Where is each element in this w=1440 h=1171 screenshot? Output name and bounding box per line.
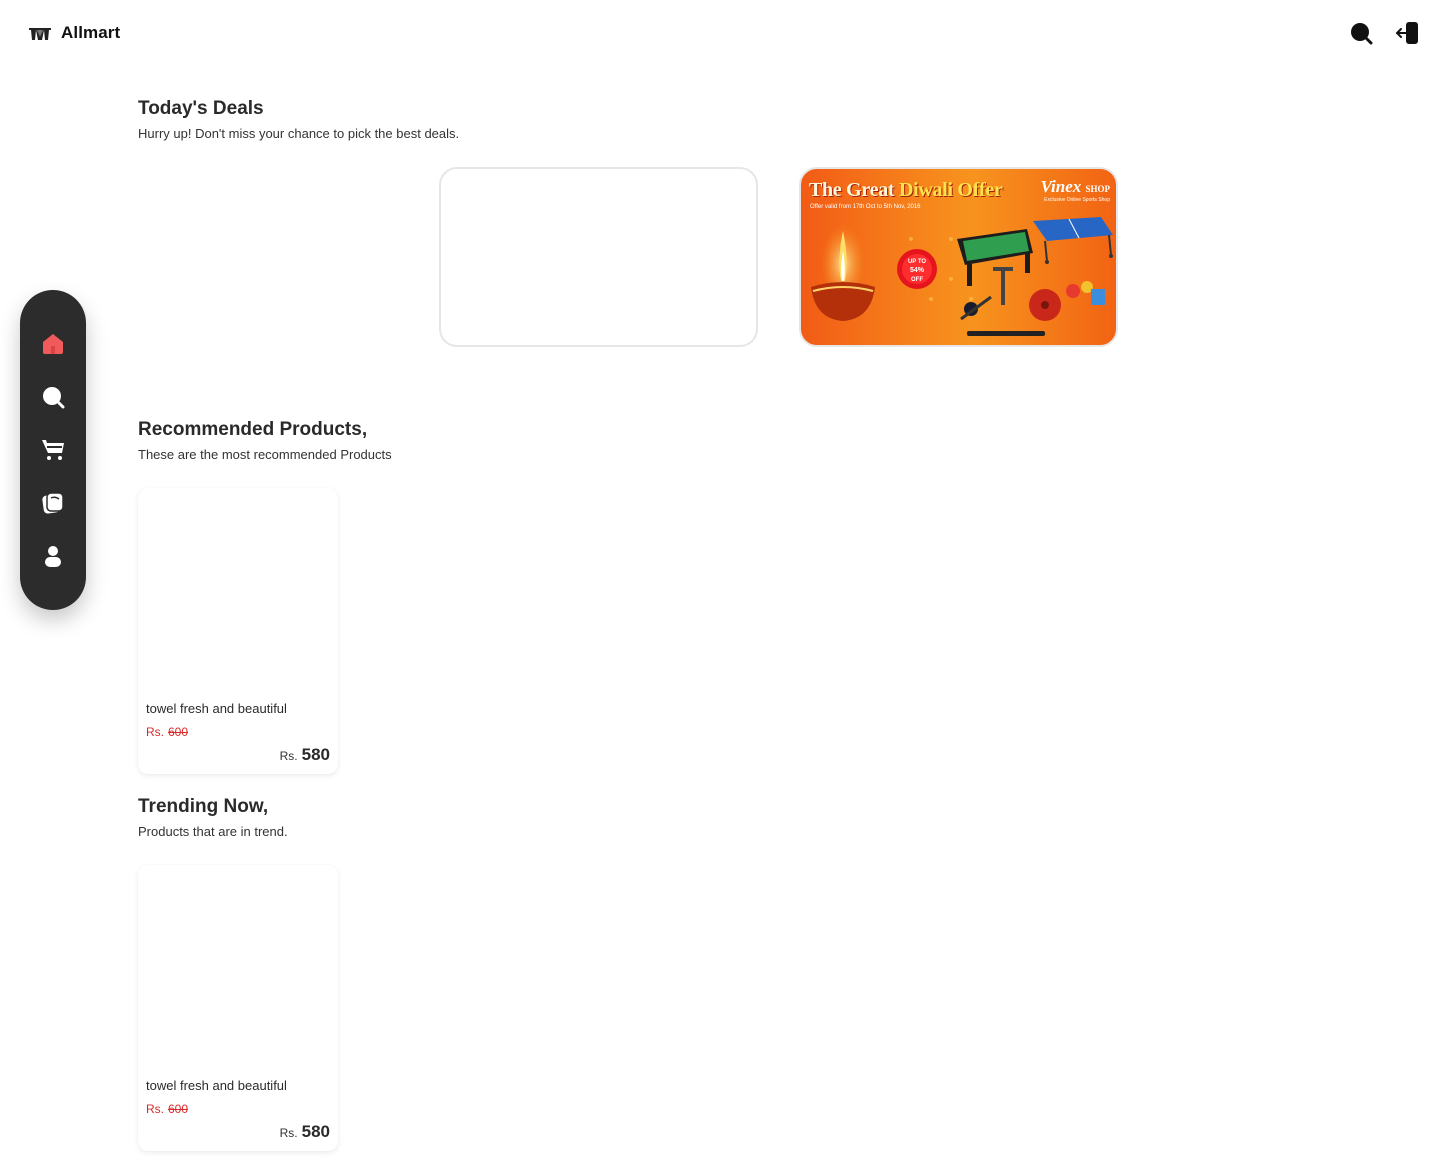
recommended-title: Recommended Products,: [138, 419, 368, 440]
trending-subtitle: Products that are in trend.: [138, 824, 288, 839]
product-name: towel fresh and beautiful: [146, 1078, 287, 1093]
brand-name: Allmart: [61, 23, 121, 42]
allmart-logo-icon: [29, 28, 51, 40]
badge-line-2: 54%: [910, 267, 925, 274]
logout-icon[interactable]: [1395, 21, 1419, 45]
product-old-price: Rs. 600: [146, 725, 189, 739]
cart-icon: [42, 440, 64, 460]
deal-banner-diwali[interactable]: UP TO 54% OFF The Great Diwali Offer Off…: [799, 167, 1118, 347]
search-icon[interactable]: [1349, 21, 1373, 45]
deals-title: Today's Deals: [138, 98, 264, 119]
product-card[interactable]: towel fresh and beautiful Rs. 600 Rs. 580: [138, 865, 338, 1151]
deal-card[interactable]: [439, 167, 758, 347]
banner-valid-text: Offer valid from 17th Oct to 5th Nov, 20…: [810, 204, 921, 210]
banner-brand: Vinex SHOP: [1040, 177, 1110, 196]
user-icon: [45, 546, 61, 567]
badge-line-3: OFF: [911, 277, 923, 283]
orders-icon: [42, 492, 64, 514]
deals-subtitle: Hurry up! Don't miss your chance to pick…: [138, 126, 460, 141]
product-card[interactable]: towel fresh and beautiful Rs. 600 Rs. 580: [138, 488, 338, 774]
product-price: Rs. 580: [279, 1122, 330, 1141]
trending-title: Trending Now,: [138, 796, 269, 817]
sidebar-item-profile[interactable]: [41, 544, 65, 568]
recommended-subtitle: These are the most recommended Products: [138, 447, 392, 462]
sidebar-item-orders[interactable]: [41, 491, 65, 515]
sidebar-item-cart[interactable]: [41, 438, 65, 462]
sidebar-item-home[interactable]: [41, 332, 65, 356]
search-icon: [43, 387, 65, 409]
banner-title: The Great Diwali Offer: [809, 179, 1003, 201]
badge-line-1: UP TO: [908, 259, 926, 265]
brand[interactable]: Allmart: [28, 21, 120, 45]
product-old-price: Rs. 600: [146, 1102, 189, 1116]
product-price: Rs. 580: [279, 745, 330, 764]
product-name: towel fresh and beautiful: [146, 701, 287, 716]
sidebar-nav: [20, 290, 86, 610]
sidebar-item-search[interactable]: [41, 385, 65, 409]
home-icon: [43, 334, 63, 354]
banner-tagline: Exclusive Online Sports Shop: [1044, 197, 1110, 203]
top-header: Allmart: [0, 0, 1440, 66]
